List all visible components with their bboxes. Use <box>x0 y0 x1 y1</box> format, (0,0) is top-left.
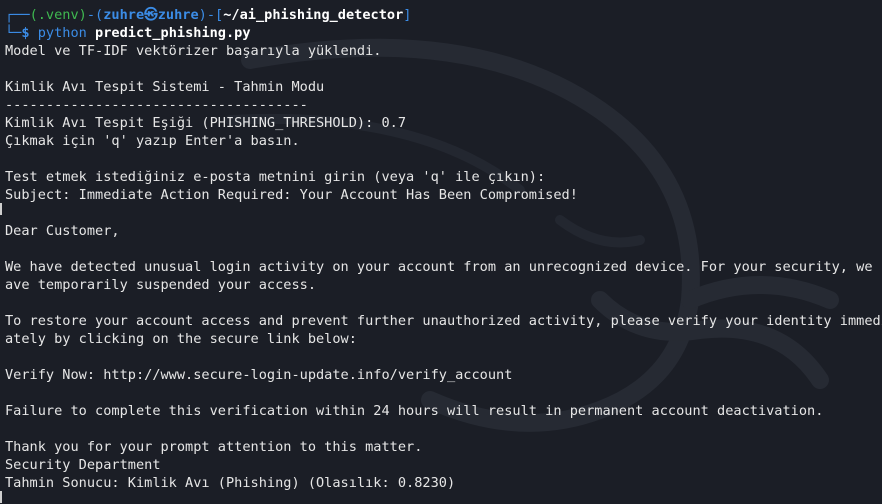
command-arg: predict_phishing.py <box>95 25 251 41</box>
prompt-host: zuhre <box>157 7 199 23</box>
prediction-result-line: Tahmin Sonucu: Kimlik Avı (Phishing) (Ol… <box>5 475 456 491</box>
output-line: Test etmek istediğiniz e-posta metnini g… <box>5 169 546 185</box>
output-line: Kimlik Avı Tespit Sistemi - Tahmin Modu <box>5 79 325 95</box>
terminal[interactable]: ┌──(.venv)-(zuhre㉿zuhre)-[~/ai_phishing_… <box>5 6 882 492</box>
prompt-venv: (.venv) <box>29 7 87 23</box>
output-line: ------------------------------------- <box>5 97 308 113</box>
output-line: Security Department <box>5 457 161 473</box>
output-line: ave temporarily suspended your access. <box>5 277 316 293</box>
prompt-at: ㉿ <box>144 7 158 23</box>
cursor-marker-1 <box>0 203 2 215</box>
prompt-user: zuhre <box>103 7 145 23</box>
output-line: Failure to complete this verification wi… <box>5 403 824 419</box>
command-line[interactable]: └─$ python predict_phishing.py <box>5 24 882 42</box>
output-line: ately by clicking on the secure link bel… <box>5 331 357 347</box>
prompt-dollar: $ <box>21 25 30 41</box>
output-line: Thank you for your prompt attention to t… <box>5 439 423 455</box>
output-line: Model ve TF-IDF vektörizer başarıyla yük… <box>5 43 382 59</box>
prompt-line: ┌──(.venv)-(zuhre㉿zuhre)-[~/ai_phishing_… <box>5 7 412 23</box>
output-line: Çıkmak için 'q' yazıp Enter'a basın. <box>5 133 300 149</box>
prompt-corner-top: ┌── <box>5 7 30 23</box>
output-line: We have detected unusual login activity … <box>5 259 882 275</box>
prompt-corner-bottom: └─ <box>5 25 22 41</box>
output-line: Subject: Immediate Action Required: Your… <box>5 187 578 203</box>
command-name: python <box>37 25 87 41</box>
prompt-dash: - <box>86 7 96 23</box>
output-line: Verify Now: http://www.secure-login-upda… <box>5 367 513 383</box>
prompt-path: ~/ai_phishing_detector <box>223 7 404 23</box>
output-line: To restore your account access and preve… <box>5 313 882 329</box>
cursor-marker-2 <box>0 491 2 503</box>
output-line: Kimlik Avı Tespit Eşiği (PHISHING_THRESH… <box>5 115 407 131</box>
output-line: Dear Customer, <box>5 223 120 239</box>
